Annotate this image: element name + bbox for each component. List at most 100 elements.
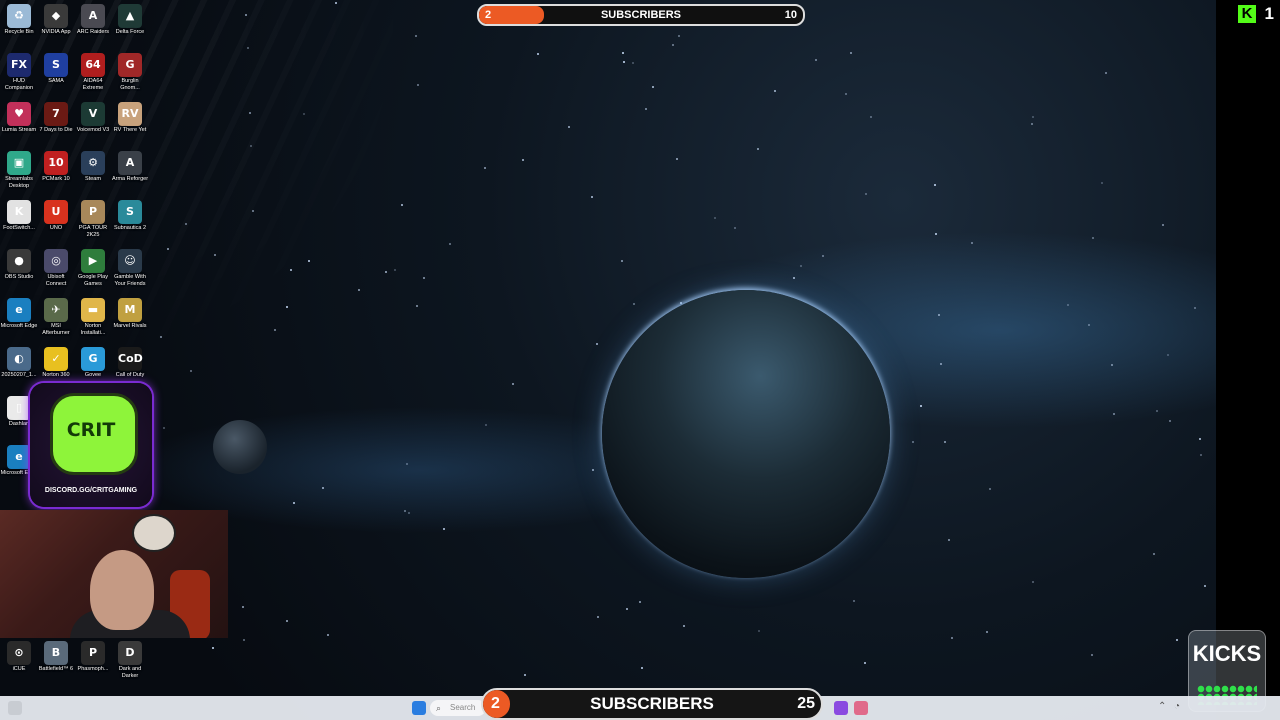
star (247, 47, 249, 49)
star (484, 167, 486, 169)
desktop-shortcut[interactable]: 10 PCMark 10 (37, 151, 75, 183)
desktop-shortcut[interactable]: e Microsoft Edge (0, 298, 38, 330)
desktop-shortcut-label: Streamlabs Desktop (5, 176, 33, 189)
star (245, 14, 247, 16)
desktop-shortcut[interactable]: ● OBS Studio (0, 249, 38, 281)
star (865, 193, 867, 195)
dashlane-icon: ▯ (7, 396, 31, 420)
desktop-shortcut[interactable]: D Dark and Darker (111, 641, 149, 680)
arc-raiders-icon: A (81, 4, 105, 28)
desktop-shortcut-label: Recycle Bin (4, 29, 34, 35)
desktop-shortcut[interactable]: A ARC Raiders (74, 4, 112, 36)
desktop-shortcut[interactable]: ◆ NVIDIA App (37, 4, 75, 36)
govee-icon: G (81, 347, 105, 371)
desktop-shortcut[interactable]: ▶ Google Play Games (74, 249, 112, 288)
kick-follower-counter: K 1 (1238, 4, 1274, 26)
star (591, 196, 593, 198)
star (822, 255, 824, 257)
desktop-shortcut-label: Delta Force (115, 29, 145, 35)
star (934, 184, 936, 186)
desktop-shortcut-label: Burglin Gnom... (120, 78, 140, 91)
star (243, 639, 245, 641)
star (449, 243, 451, 245)
desktop-shortcut[interactable]: P Phasmoph... (74, 641, 112, 673)
microsoft-edge-icon: e (7, 298, 31, 322)
start-icon[interactable] (412, 701, 426, 715)
desktop-shortcut[interactable]: FX HUD Companion (0, 53, 38, 92)
desktop-shortcut-label: UNO (49, 225, 63, 231)
desktop-shortcut[interactable]: ⚙ Steam (74, 151, 112, 183)
star (596, 343, 598, 345)
desktop-shortcut-label: RV There Yet (113, 127, 147, 133)
desktop-shortcut[interactable]: V Voicemod V3 (74, 102, 112, 134)
rv-there-yet-icon: RV (118, 102, 142, 126)
desktop-shortcut[interactable]: ☺ Gamble With Your Friends (111, 249, 149, 288)
desktop: ♻ Recycle Bin ◆ NVIDIA App A ARC Raiders ▲ Delt… (0, 0, 1280, 720)
subscriber-goal-top: 2 SUBSCRIBERS 10 (477, 4, 805, 26)
desktop-shortcut[interactable]: ▲ Delta Force (111, 4, 149, 36)
recycle-bin-icon: ♻ (7, 4, 31, 28)
star (1091, 654, 1093, 656)
discord-link: DISCORD.GG/CRITGAMING (44, 487, 138, 494)
desktop-shortcut[interactable]: S Subnautica 2 (111, 200, 149, 232)
desktop-shortcut[interactable]: ⊙ iCUE (0, 641, 38, 673)
star (641, 667, 643, 669)
desktop-shortcut[interactable]: P PGA TOUR 2K25 (74, 200, 112, 239)
desktop-shortcut[interactable]: ✓ Norton 360 (37, 347, 75, 379)
star (632, 62, 634, 64)
desktop-shortcut[interactable]: ▬ Norton Installati... (74, 298, 112, 337)
desktop-shortcut[interactable]: B Battlefield™ 6 (37, 641, 75, 673)
star (190, 370, 192, 372)
desktop-shortcut[interactable]: 77 Days to Die (37, 102, 75, 134)
star (568, 126, 570, 128)
subscriber-label: SUBSCRIBERS (590, 694, 714, 713)
desktop-shortcut[interactable]: ✈ MSI Afterburner (37, 298, 75, 337)
sama-icon: S (44, 53, 68, 77)
tray-chevron-icon[interactable]: ⌃ (1158, 701, 1166, 712)
star (622, 52, 624, 54)
star (1169, 420, 1171, 422)
desktop-shortcut[interactable]: ◎ Ubisoft Connect (37, 249, 75, 288)
desktop-shortcut[interactable]: G Govee (74, 347, 112, 379)
star (537, 53, 539, 55)
desktop-shortcut[interactable]: ▣ Streamlabs Desktop (0, 151, 38, 190)
network-icon[interactable]: ◔ (1174, 701, 1180, 712)
desktop-shortcut[interactable]: K FootSwitch... (0, 200, 38, 232)
desktop-shortcut[interactable]: G Burglin Gnom... (111, 53, 149, 92)
desktop-shortcut[interactable]: ◐ 20250207_1... (0, 347, 38, 379)
marvel-rivals-icon: M (118, 298, 142, 322)
desktop-shortcut[interactable]: RV RV There Yet (111, 102, 149, 134)
desktop-shortcut[interactable]: A Arma Reforger (111, 151, 149, 183)
taskbar-search[interactable]: ⌕ Search (430, 700, 486, 716)
desktop-shortcut[interactable]: U UNO (37, 200, 75, 232)
star (1067, 304, 1069, 306)
footswitch-icon: K (7, 200, 31, 224)
star (524, 674, 526, 676)
desktop-shortcut[interactable]: ♻ Recycle Bin (0, 4, 38, 36)
star (394, 269, 396, 271)
desktop-shortcut[interactable]: ♥ Lumia Stream (0, 102, 38, 134)
star (597, 616, 599, 618)
desktop-shortcut-label: Steam (85, 176, 101, 182)
desktop-shortcut-label: NVIDIA App (41, 29, 71, 35)
star (322, 487, 324, 489)
desktop-shortcut[interactable]: M Marvel Rivals (111, 298, 149, 330)
subnautica-icon: S (118, 200, 142, 224)
desktop-shortcut-label: Phasmoph... (77, 666, 109, 672)
desktop-shortcut[interactable]: 64 AIDA64 Extreme (74, 53, 112, 92)
desktop-shortcut-label: PGA TOUR 2K25 (78, 225, 108, 238)
widgets-icon[interactable] (8, 701, 22, 715)
kick-follower-count: 1 (1264, 4, 1274, 23)
star (1105, 72, 1107, 74)
star (293, 502, 295, 504)
desktop-shortcut-label: 20250207_1... (1, 372, 37, 378)
star (864, 662, 866, 664)
desktop-shortcut[interactable]: S SAMA (37, 53, 75, 85)
desktop-shortcut-label: Gamble With Your Friends (114, 274, 146, 287)
star (1153, 553, 1155, 555)
taskbar-app-icon[interactable] (834, 701, 848, 715)
taskbar-app-icon[interactable] (854, 701, 868, 715)
desktop-shortcut[interactable]: CoD Call of Duty (111, 347, 149, 379)
star (938, 314, 940, 316)
uno-icon: U (44, 200, 68, 224)
